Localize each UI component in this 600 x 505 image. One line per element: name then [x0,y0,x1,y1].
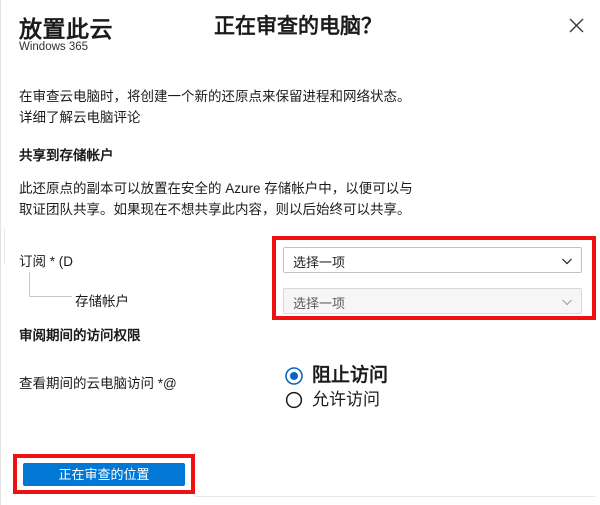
panel-header: 放置此云 Windows 365 正在审查的电脑？ [1,0,600,62]
subscription-dropdown-value: 选择一项 [293,255,346,270]
chevron-down-icon [561,296,573,308]
brand-title: 放置此云 [19,16,113,42]
scroll-indicator [1,228,5,264]
access-section-heading: 审阅期间的访问权限 [19,328,141,343]
radio-unselected-icon [284,390,304,410]
share-section-heading: 共享到存储帐户 [19,148,114,163]
cloud-pc-review-panel: 放置此云 Windows 365 正在审查的电脑？ 在审查云电脑时，将创建一个新… [0,0,600,505]
radio-selected-icon [284,366,304,386]
dropdown-highlight-group: 选择一项 选择一项 [272,236,596,320]
close-icon [569,18,584,33]
intro-paragraph: 在审查云电脑时，将创建一个新的还原点来保留进程和网络状态。详细了解云电脑评论 [19,89,411,125]
storage-account-label: 存储帐户 [75,294,129,309]
close-button[interactable] [560,9,592,41]
cloudpc-access-radio-group: 阻止访问 允许访问 [284,364,484,412]
subscription-dropdown[interactable]: 选择一项 [283,247,582,273]
review-location-button[interactable]: 正在审查的位置 [23,463,185,486]
panel-body: 在审查云电脑时，将创建一个新的还原点来保留进程和网络状态。详细了解云电脑评论 共… [1,62,600,505]
storage-account-dropdown-value: 选择一项 [293,296,346,311]
subscription-label: 订阅 * (D [19,254,73,269]
radio-option-allow-access[interactable]: 允许访问 [284,389,484,411]
tree-connector-line [29,272,72,297]
storage-account-dropdown[interactable]: 选择一项 [283,288,582,314]
storage-paragraph: 此还原点的副本可以放置在安全的 Azure 存储帐户中，以便可以与取证团队共享。… [19,181,413,217]
page-title: 正在审查的电脑？ [214,15,382,38]
footer-divider [195,496,595,497]
radio-label-allow-access: 允许访问 [312,390,380,409]
chevron-down-icon [561,255,573,267]
brand-subtitle: Windows 365 [19,41,89,53]
cloudpc-access-label: 查看期间的云电脑访问 *@ [19,376,177,391]
radio-option-block-access[interactable]: 阻止访问 [284,364,484,388]
primary-button-highlight-group: 正在审查的位置 [13,454,195,494]
radio-label-block-access: 阻止访问 [312,365,389,386]
